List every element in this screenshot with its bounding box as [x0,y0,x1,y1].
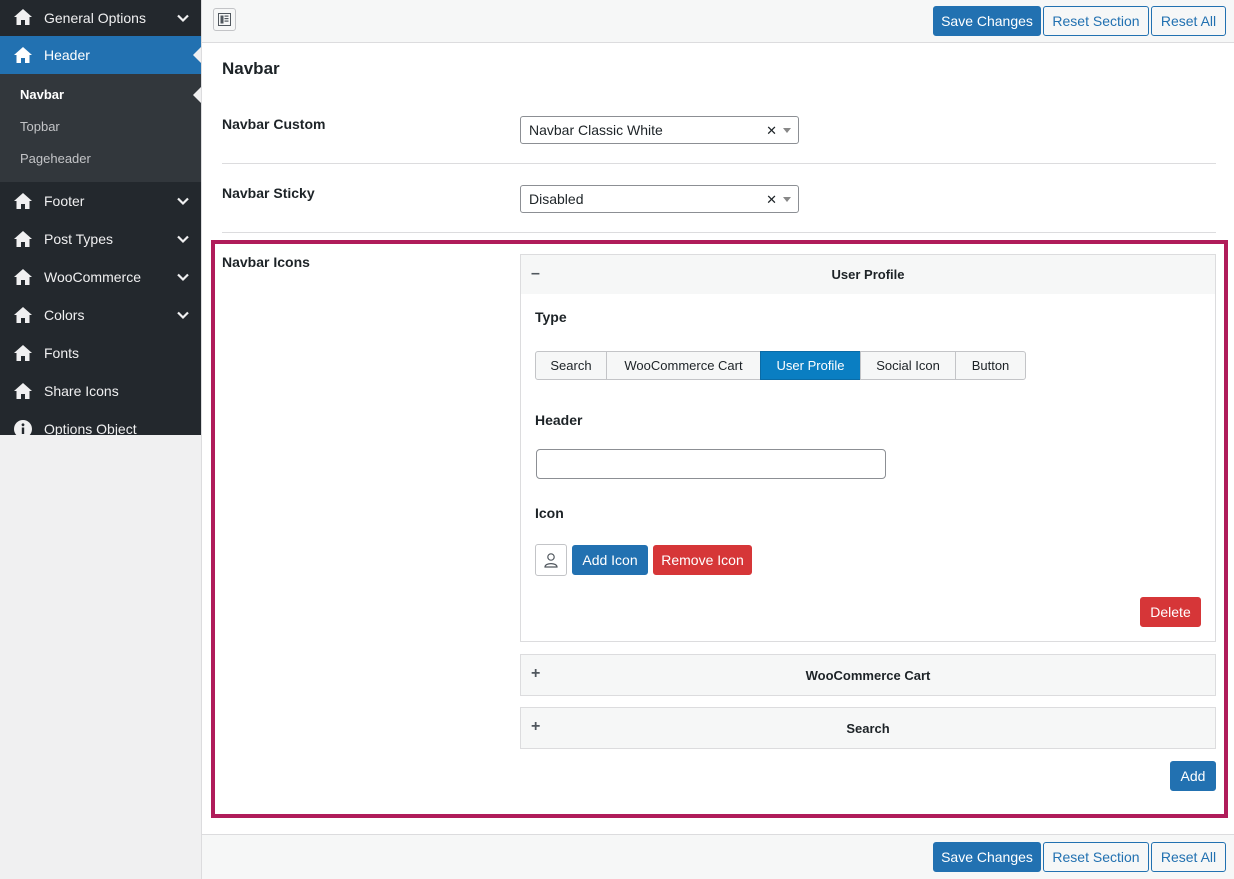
sidebar-item-label: Header [44,47,90,63]
sidebar-item-label: Options Object [44,421,137,437]
sidebar-item-label: WooCommerce [44,269,141,285]
navbar-sticky-select[interactable]: Disabled ✕ [520,185,799,213]
navbar-custom-label: Navbar Custom [222,116,326,132]
divider [222,232,1216,233]
save-changes-button[interactable]: Save Changes [933,6,1041,36]
sidebar-item-general-options[interactable]: General Options [0,0,201,36]
plus-icon: + [531,665,541,682]
sidebar: General Options Header Navbar Topbar Pag… [0,0,201,438]
sidebar-subitem-navbar[interactable]: Navbar [0,79,201,111]
chevron-down-icon [177,311,189,320]
sidebar-item-label: Post Types [44,231,114,247]
home-icon [13,305,33,325]
header-input[interactable] [536,449,886,479]
accordion-header-search[interactable]: + Search [521,708,1215,748]
sidebar-item-header[interactable]: Header [0,36,201,74]
save-changes-button[interactable]: Save Changes [933,842,1041,872]
select-value: Navbar Classic White [529,122,663,138]
chevron-down-icon [177,235,189,244]
sidebar-item-label: Colors [44,307,85,323]
sidebar-item-label: Fonts [44,345,80,361]
clear-icon[interactable]: ✕ [766,192,777,208]
type-label: Type [535,309,567,325]
minus-icon: – [531,265,540,282]
accordion-title: Search [846,720,890,736]
accordion-title: WooCommerce Cart [805,667,931,683]
sidebar-item-share-icons[interactable]: Share Icons [0,372,201,410]
sidebar-subitem-topbar[interactable]: Topbar [0,111,201,143]
home-icon [13,45,33,65]
type-option-social-icon[interactable]: Social Icon [860,351,956,380]
type-option-button[interactable]: Button [955,351,1026,380]
remove-icon-button[interactable]: Remove Icon [653,545,752,575]
caret-down-icon [783,197,791,202]
caret-down-icon [783,128,791,133]
sidebar-item-label: General Options [44,10,146,26]
type-option-search[interactable]: Search [535,351,607,380]
icon-preview [535,544,567,576]
info-icon [13,419,33,439]
navbar-custom-select[interactable]: Navbar Classic White ✕ [520,116,799,144]
expand-toggle-button[interactable] [213,8,236,31]
reset-all-button[interactable]: Reset All [1151,842,1226,872]
sidebar-item-post-types[interactable]: Post Types [0,220,201,258]
type-segmented-control: Search WooCommerce Cart User Profile Soc… [535,351,1026,380]
sidebar-item-options-object[interactable]: Options Object [0,410,201,448]
home-icon [13,229,33,249]
select-value: Disabled [529,191,584,207]
type-option-user-profile[interactable]: User Profile [760,351,861,380]
delete-button[interactable]: Delete [1140,597,1201,627]
plus-icon: + [531,718,541,735]
reset-section-button[interactable]: Reset Section [1043,6,1149,36]
home-icon [13,7,33,27]
reset-section-button[interactable]: Reset Section [1043,842,1149,872]
page-title: Navbar [222,59,280,78]
sidebar-item-fonts[interactable]: Fonts [0,334,201,372]
header-submenu: Navbar Topbar Pageheader [0,74,201,182]
type-option-woocommerce-cart[interactable]: WooCommerce Cart [606,351,761,380]
chevron-down-icon [177,14,189,23]
accordion-header-woocommerce-cart[interactable]: + WooCommerce Cart [521,655,1215,695]
sidebar-item-woocommerce[interactable]: WooCommerce [0,258,201,296]
navbar-sticky-label: Navbar Sticky [222,185,315,201]
sidebar-item-label: Footer [44,193,85,209]
accordion-panel-search: + Search [520,707,1216,749]
accordion-panel-woocommerce-cart: + WooCommerce Cart [520,654,1216,696]
sidebar-item-label: Share Icons [44,383,119,399]
sidebar-item-colors[interactable]: Colors [0,296,201,334]
chevron-down-icon [177,273,189,282]
clear-icon[interactable]: ✕ [766,123,777,139]
layout-icon [218,13,231,26]
icon-label: Icon [535,505,564,521]
home-icon [13,267,33,287]
user-icon [544,553,558,568]
divider [222,163,1216,164]
sidebar-item-footer[interactable]: Footer [0,182,201,220]
navbar-icons-label: Navbar Icons [222,254,310,270]
reset-all-button[interactable]: Reset All [1151,6,1226,36]
add-button[interactable]: Add [1170,761,1216,791]
home-icon [13,381,33,401]
add-icon-button[interactable]: Add Icon [572,545,648,575]
accordion-title: User Profile [831,267,905,282]
accordion-header-user-profile[interactable]: – User Profile [521,255,1215,294]
header-label: Header [535,412,583,428]
chevron-down-icon [177,197,189,206]
sidebar-subitem-pageheader[interactable]: Pageheader [0,143,201,175]
home-icon [13,343,33,363]
accordion-panel-user-profile: – User Profile [520,254,1216,642]
home-icon [13,191,33,211]
